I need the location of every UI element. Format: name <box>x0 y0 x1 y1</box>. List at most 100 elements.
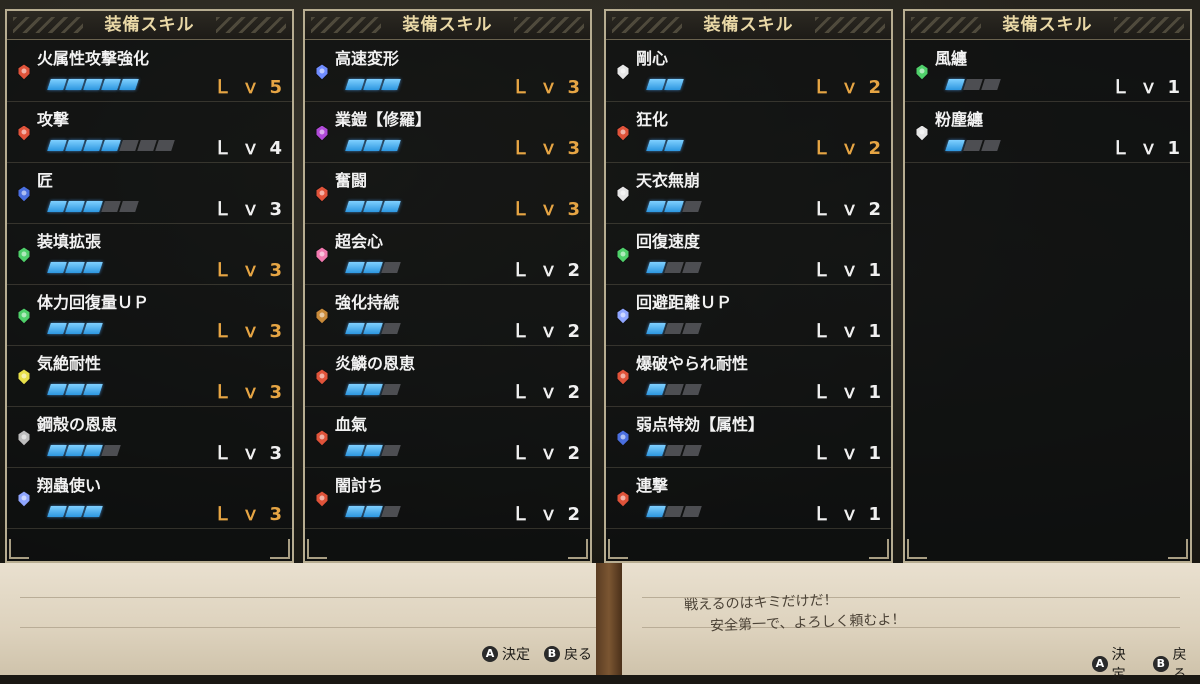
skill-row[interactable]: 回復速度 Ｌｖ1 <box>606 224 891 285</box>
skill-row[interactable]: 火属性攻撃強化 Ｌｖ5 <box>7 41 292 102</box>
skill-jewel-icon <box>315 429 329 447</box>
skill-jewel-icon <box>17 368 31 386</box>
skill-name: 装填拡張 <box>37 232 102 251</box>
level-prefix: Ｌｖ <box>213 260 270 281</box>
skill-row[interactable]: 攻撃 Ｌｖ4 <box>7 102 292 163</box>
skill-name: 爆破やられ耐性 <box>636 354 749 373</box>
gauge-segment-filled <box>65 140 85 151</box>
skill-row[interactable]: 翔蟲使い Ｌｖ3 <box>7 468 292 529</box>
gauge-segment-empty <box>963 140 983 151</box>
corner-ornament <box>568 539 588 559</box>
gauge-segment-filled <box>47 384 67 395</box>
skill-row[interactable]: 狂化 Ｌｖ2 <box>606 102 891 163</box>
skill-row[interactable]: 超会心 Ｌｖ2 <box>305 224 590 285</box>
equipped-skills-panel: 装備スキル 火属性攻撃強化 Ｌｖ5 攻撃 Ｌｖ4 匠 Ｌｖ3 装填拡張 Ｌｖ3 体力回復量ＵＰ Ｌｖ… <box>5 9 294 563</box>
gauge-segment-empty <box>664 323 684 334</box>
skill-row[interactable]: 装填拡張 Ｌｖ3 <box>7 224 292 285</box>
skill-row[interactable]: 気絶耐性 Ｌｖ3 <box>7 346 292 407</box>
skill-level: Ｌｖ1 <box>812 378 881 404</box>
a-button-icon[interactable]: A <box>482 646 498 662</box>
skill-row[interactable]: 業鎧【修羅】 Ｌｖ3 <box>305 102 590 163</box>
gauge-segment-filled <box>646 79 666 90</box>
skill-level: Ｌｖ3 <box>213 256 282 282</box>
skill-level-gauge <box>646 79 684 90</box>
level-value: 3 <box>567 138 580 159</box>
skill-row[interactable]: 闇討ち Ｌｖ2 <box>305 468 590 529</box>
skill-row[interactable]: 天衣無崩 Ｌｖ2 <box>606 163 891 224</box>
level-value: 1 <box>868 382 881 403</box>
gauge-segment-filled <box>381 201 401 212</box>
gauge-segment-empty <box>682 506 702 517</box>
corner-ornament <box>869 539 889 559</box>
skill-level: Ｌｖ2 <box>511 439 580 465</box>
skill-row[interactable]: 体力回復量ＵＰ Ｌｖ3 <box>7 285 292 346</box>
skill-jewel-icon <box>17 307 31 325</box>
panel-header: 装備スキル <box>7 11 292 40</box>
skill-row[interactable]: 剛心 Ｌｖ2 <box>606 41 891 102</box>
skill-jewel-icon <box>17 185 31 203</box>
gauge-segment-empty <box>682 201 702 212</box>
level-value: 1 <box>868 321 881 342</box>
back-label: 戻る <box>1172 647 1187 683</box>
skill-list: 風纏 Ｌｖ1 粉塵纏 Ｌｖ1 <box>905 41 1190 163</box>
skill-list: 火属性攻撃強化 Ｌｖ5 攻撃 Ｌｖ4 匠 Ｌｖ3 装填拡張 Ｌｖ3 体力回復量ＵＰ Ｌｖ3 気絶耐性… <box>7 41 292 529</box>
level-value: 2 <box>567 260 580 281</box>
skill-row[interactable]: 鋼殻の恩恵 Ｌｖ3 <box>7 407 292 468</box>
skill-name: 火属性攻撃強化 <box>37 49 150 68</box>
skill-name: 闇討ち <box>335 476 384 495</box>
skill-row[interactable]: 高速変形 Ｌｖ3 <box>305 41 590 102</box>
b-button-icon[interactable]: B <box>544 646 560 662</box>
level-value: 3 <box>269 504 282 525</box>
skill-jewel-icon <box>315 124 329 142</box>
a-button-icon[interactable]: A <box>1092 656 1108 672</box>
skill-row[interactable]: 連撃 Ｌｖ1 <box>606 468 891 529</box>
gauge-segment-filled <box>363 79 383 90</box>
gauge-segment-filled <box>646 323 666 334</box>
gauge-segment-empty <box>682 445 702 456</box>
gauge-segment-filled <box>83 140 103 151</box>
skill-row[interactable]: 奮闘 Ｌｖ3 <box>305 163 590 224</box>
panel-header: 装備スキル <box>905 11 1190 40</box>
gauge-segment-filled <box>381 79 401 90</box>
skill-row[interactable]: 匠 Ｌｖ3 <box>7 163 292 224</box>
skill-row[interactable]: 回避距離ＵＰ Ｌｖ1 <box>606 285 891 346</box>
skill-name: 奮闘 <box>335 171 368 190</box>
gauge-segment-empty <box>381 445 401 456</box>
b-button-icon[interactable]: B <box>1152 656 1169 672</box>
skill-level: Ｌｖ2 <box>511 500 580 526</box>
skill-row[interactable]: 強化持続 Ｌｖ2 <box>305 285 590 346</box>
skill-jewel-icon <box>17 429 31 447</box>
level-value: 4 <box>269 138 282 159</box>
gauge-segment-filled <box>47 323 67 334</box>
gauge-segment-empty <box>381 384 401 395</box>
skill-row[interactable]: 粉塵纏 Ｌｖ1 <box>905 102 1190 163</box>
gauge-segment-filled <box>363 262 383 273</box>
skill-level-gauge <box>646 323 702 334</box>
skill-row[interactable]: 爆破やられ耐性 Ｌｖ1 <box>606 346 891 407</box>
skill-row[interactable]: 炎鱗の恩恵 Ｌｖ2 <box>305 346 590 407</box>
skill-level-gauge <box>47 445 121 456</box>
panel-title: 装備スキル <box>402 15 493 35</box>
skill-list: 剛心 Ｌｖ2 狂化 Ｌｖ2 天衣無崩 Ｌｖ2 回復速度 Ｌｖ1 回避距離ＵＰ Ｌｖ1 爆破やられ耐性… <box>606 41 891 529</box>
gauge-segment-filled <box>363 384 383 395</box>
gauge-segment-empty <box>682 384 702 395</box>
gauge-segment-filled <box>65 384 85 395</box>
gauge-segment-filled <box>83 506 103 517</box>
level-value: 2 <box>868 199 881 220</box>
level-value: 3 <box>269 382 282 403</box>
level-value: 3 <box>269 199 282 220</box>
skill-jewel-icon <box>17 246 31 264</box>
wood-border <box>596 563 622 675</box>
skill-name: 回復速度 <box>636 232 701 251</box>
level-prefix: Ｌｖ <box>812 321 869 342</box>
level-prefix: Ｌｖ <box>511 138 568 159</box>
gauge-segment-filled <box>646 262 666 273</box>
gauge-segment-empty <box>664 506 684 517</box>
equipped-skills-panel: 装備スキル 剛心 Ｌｖ2 狂化 Ｌｖ2 天衣無崩 Ｌｖ2 回復速度 Ｌｖ1 回避距離ＵＰ Ｌｖ1 爆破… <box>604 9 893 563</box>
skill-level: Ｌｖ1 <box>1111 134 1180 160</box>
skill-row[interactable]: 血氣 Ｌｖ2 <box>305 407 590 468</box>
level-prefix: Ｌｖ <box>511 504 568 525</box>
skill-row[interactable]: 風纏 Ｌｖ1 <box>905 41 1190 102</box>
skill-row[interactable]: 弱点特効【属性】 Ｌｖ1 <box>606 407 891 468</box>
gauge-segment-filled <box>646 201 666 212</box>
